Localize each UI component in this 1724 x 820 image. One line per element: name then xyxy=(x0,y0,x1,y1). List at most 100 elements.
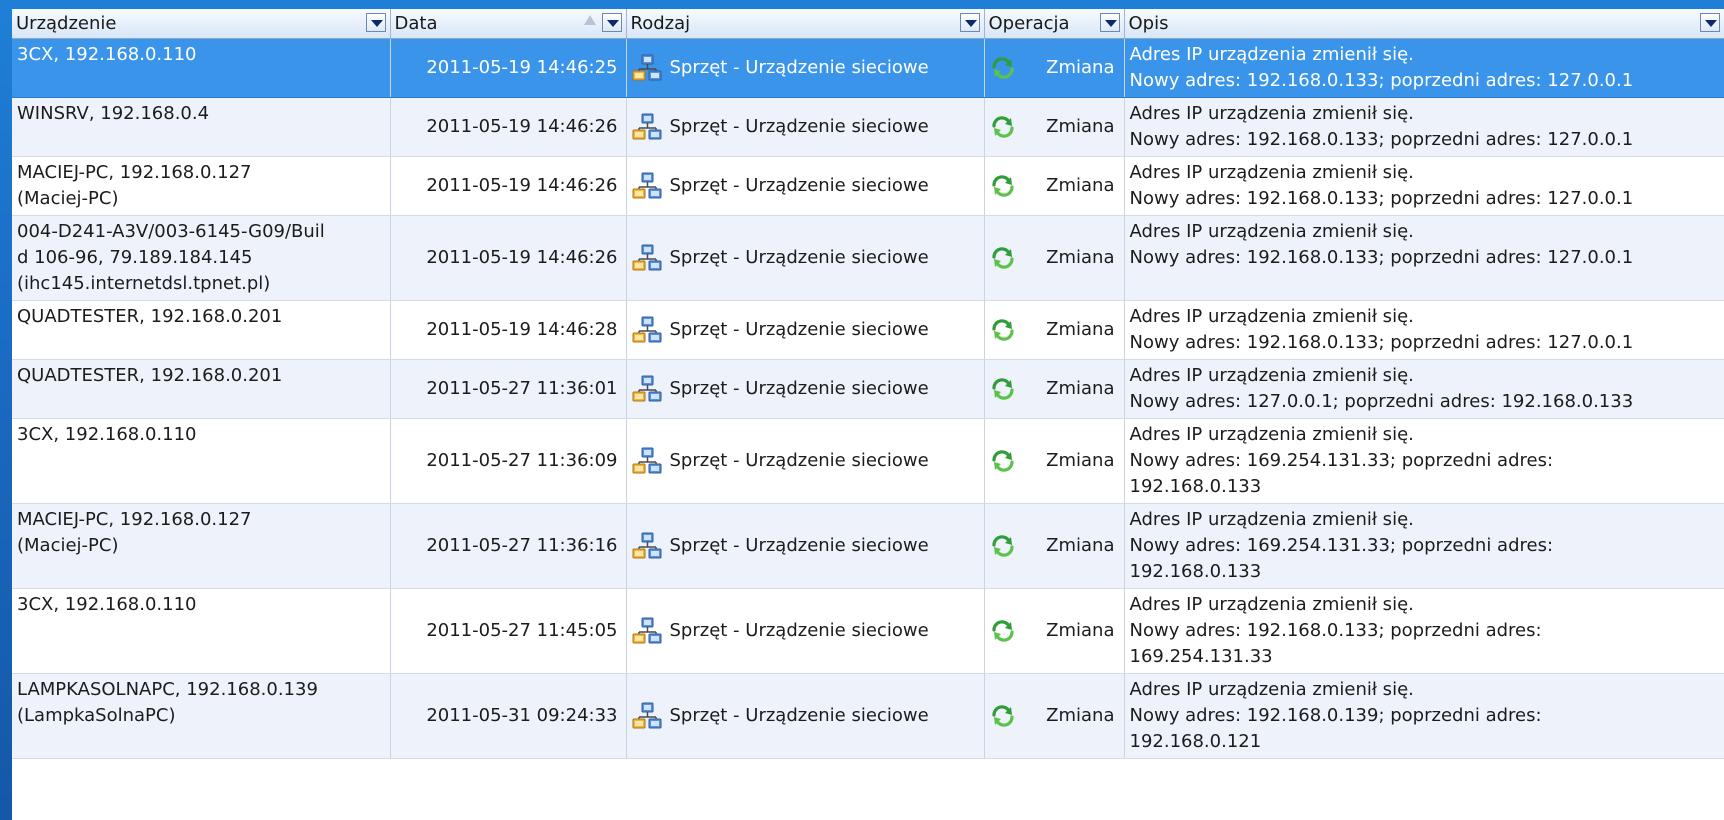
type-label: Sprzęt - Urządzenie sieciowe xyxy=(669,57,929,78)
operation-cell: Zmiana xyxy=(984,215,1125,301)
refresh-change-icon xyxy=(991,57,1014,79)
device-name-text: QUADTESTER, 192.168.0.201 xyxy=(17,365,283,386)
filter-dropdown-icon[interactable] xyxy=(1699,13,1720,32)
operation-cell: Zmiana xyxy=(984,503,1125,589)
device-name-text: 3CX, 192.168.0.110 xyxy=(17,44,197,65)
table-row[interactable]: 004-D241-A3V/003-6145-G09/Buil d 106-96, … xyxy=(12,215,1724,301)
type-label: Sprzęt - Urządzenie sieciowe xyxy=(669,535,929,556)
type-cell: Sprzęt - Urządzenie sieciowe xyxy=(626,588,985,674)
table-row[interactable]: QUADTESTER, 192.168.0.201 2011-05-27 11:3… xyxy=(12,359,1724,419)
device-cell: WINSRV, 192.168.0.4 xyxy=(12,97,391,157)
type-label: Sprzęt - Urządzenie sieciowe xyxy=(669,247,929,268)
description-text: 192.168.0.133 xyxy=(1129,476,1262,497)
date-cell: 2011-05-19 14:46:26 xyxy=(390,156,627,216)
description-cell: Adres IP urządzenia zmienił się. Nowy adr… xyxy=(1124,215,1724,301)
operation-cell: Zmiana xyxy=(984,673,1125,759)
device-name-text: d 106-96, 79.189.184.145 xyxy=(17,247,253,268)
table-row[interactable]: 3CX, 192.168.0.110 2011-05-27 11:36:09 Sp… xyxy=(12,418,1724,504)
header-row: Urządzenie Data Rodzaj Operacja Opis xyxy=(12,9,1724,39)
type-label: Sprzęt - Urządzenie sieciowe xyxy=(669,116,929,137)
description-text: Nowy adres: 192.168.0.133; poprzedni adr… xyxy=(1129,188,1634,209)
description-text: Nowy adres: 169.254.131.33; poprzedni ad… xyxy=(1129,450,1554,471)
table-row[interactable]: LAMPKASOLNAPC, 192.168.0.139 (LampkaSolna… xyxy=(12,673,1724,759)
operation-label: Zmiana xyxy=(1046,378,1115,399)
network-device-icon xyxy=(632,113,661,140)
description-text: Nowy adres: 192.168.0.133; poprzedni adr… xyxy=(1129,247,1634,268)
table-row[interactable]: MACIEJ-PC, 192.168.0.127 (Maciej-PC) 2011-… xyxy=(12,503,1724,589)
device-name-text: 004-D241-A3V/003-6145-G09/Buil xyxy=(17,221,325,242)
column-header-device-label: Urządzenie xyxy=(16,13,117,34)
operation-label: Zmiana xyxy=(1046,319,1115,340)
column-header-type[interactable]: Rodzaj xyxy=(626,9,985,39)
description-text: Adres IP urządzenia zmienił się. xyxy=(1129,365,1414,386)
device-name-text: MACIEJ-PC, 192.168.0.127 xyxy=(17,509,252,530)
description-cell: Adres IP urządzenia zmienił się. Nowy adr… xyxy=(1124,588,1724,674)
table-row[interactable]: QUADTESTER, 192.168.0.201 2011-05-19 14:4… xyxy=(12,300,1724,360)
column-header-type-label: Rodzaj xyxy=(630,13,691,34)
type-cell: Sprzęt - Urządzenie sieciowe xyxy=(626,503,985,589)
device-name-text: 3CX, 192.168.0.110 xyxy=(17,594,197,615)
filter-dropdown-icon[interactable] xyxy=(959,13,980,32)
description-cell: Adres IP urządzenia zmienił się. Nowy adr… xyxy=(1124,300,1724,360)
column-header-operation-label: Operacja xyxy=(988,13,1070,34)
filter-dropdown-icon[interactable] xyxy=(365,13,386,32)
column-header-date[interactable]: Data xyxy=(390,9,627,39)
table-row[interactable]: WINSRV, 192.168.0.4 2011-05-19 14:46:26 S… xyxy=(12,97,1724,157)
filter-dropdown-icon[interactable] xyxy=(601,13,622,32)
description-text: 192.168.0.133 xyxy=(1129,561,1262,582)
description-cell: Adres IP urządzenia zmienił się. Nowy adr… xyxy=(1124,97,1724,157)
device-name-text: LAMPKASOLNAPC, 192.168.0.139 xyxy=(17,679,318,700)
device-name-text: (LampkaSolnaPC) xyxy=(17,705,176,726)
column-header-device[interactable]: Urządzenie xyxy=(12,9,391,39)
network-device-icon xyxy=(632,172,661,199)
type-label: Sprzęt - Urządzenie sieciowe xyxy=(669,319,929,340)
date-cell: 2011-05-27 11:36:09 xyxy=(390,418,627,504)
refresh-change-icon xyxy=(991,116,1014,138)
event-log-grid: Urządzenie Data Rodzaj Operacja Opis 3CX… xyxy=(12,9,1724,820)
network-device-icon xyxy=(632,316,661,343)
description-text: Nowy adres: 192.168.0.133; poprzedni adr… xyxy=(1129,70,1634,91)
description-text: Adres IP urządzenia zmienił się. xyxy=(1129,103,1414,124)
date-cell: 2011-05-19 14:46:26 xyxy=(390,97,627,157)
description-cell: Adres IP urządzenia zmienił się. Nowy adr… xyxy=(1124,38,1724,98)
type-cell: Sprzęt - Urządzenie sieciowe xyxy=(626,156,985,216)
type-cell: Sprzęt - Urządzenie sieciowe xyxy=(626,215,985,301)
date-cell: 2011-05-27 11:36:16 xyxy=(390,503,627,589)
type-label: Sprzęt - Urządzenie sieciowe xyxy=(669,705,929,726)
table-row[interactable]: 3CX, 192.168.0.110 2011-05-27 11:45:05 Sp… xyxy=(12,588,1724,674)
column-header-description-label: Opis xyxy=(1128,13,1169,34)
column-header-date-label: Data xyxy=(394,13,438,34)
operation-cell: Zmiana xyxy=(984,38,1125,98)
date-cell: 2011-05-19 14:46:26 xyxy=(390,215,627,301)
type-label: Sprzęt - Urządzenie sieciowe xyxy=(669,175,929,196)
description-text: Adres IP urządzenia zmienił się. xyxy=(1129,679,1414,700)
device-name-text: WINSRV, 192.168.0.4 xyxy=(17,103,210,124)
network-device-icon xyxy=(632,617,661,644)
network-device-icon xyxy=(632,447,661,474)
column-header-description[interactable]: Opis xyxy=(1124,9,1724,39)
description-text: Nowy adres: 192.168.0.133; poprzedni adr… xyxy=(1129,129,1634,150)
type-cell: Sprzęt - Urządzenie sieciowe xyxy=(626,418,985,504)
column-header-operation[interactable]: Operacja xyxy=(984,9,1125,39)
date-cell: 2011-05-19 14:46:28 xyxy=(390,300,627,360)
operation-label: Zmiana xyxy=(1046,175,1115,196)
operation-cell: Zmiana xyxy=(984,418,1125,504)
description-text: Adres IP urządzenia zmienił się. xyxy=(1129,306,1414,327)
description-cell: Adres IP urządzenia zmienił się. Nowy adr… xyxy=(1124,673,1724,759)
type-cell: Sprzęt - Urządzenie sieciowe xyxy=(626,97,985,157)
network-device-icon xyxy=(632,244,661,271)
type-cell: Sprzęt - Urządzenie sieciowe xyxy=(626,673,985,759)
filter-dropdown-icon[interactable] xyxy=(1099,13,1120,32)
refresh-change-icon xyxy=(991,319,1014,341)
type-label: Sprzęt - Urządzenie sieciowe xyxy=(669,450,929,471)
device-name-text: (ihc145.internetdsl.tpnet.pl) xyxy=(17,273,271,294)
description-cell: Adres IP urządzenia zmienił się. Nowy adr… xyxy=(1124,418,1724,504)
table-row[interactable]: MACIEJ-PC, 192.168.0.127 (Maciej-PC) 2011-… xyxy=(12,156,1724,216)
description-text: Adres IP urządzenia zmienił się. xyxy=(1129,44,1414,65)
device-cell: MACIEJ-PC, 192.168.0.127 (Maciej-PC) xyxy=(12,503,391,589)
refresh-change-icon xyxy=(991,620,1014,642)
network-device-icon xyxy=(632,532,661,559)
table-row[interactable]: 3CX, 192.168.0.110 2011-05-19 14:46:25 Sp… xyxy=(12,38,1724,98)
table-body: 3CX, 192.168.0.110 2011-05-19 14:46:25 Sp… xyxy=(12,38,1724,759)
operation-label: Zmiana xyxy=(1046,705,1115,726)
